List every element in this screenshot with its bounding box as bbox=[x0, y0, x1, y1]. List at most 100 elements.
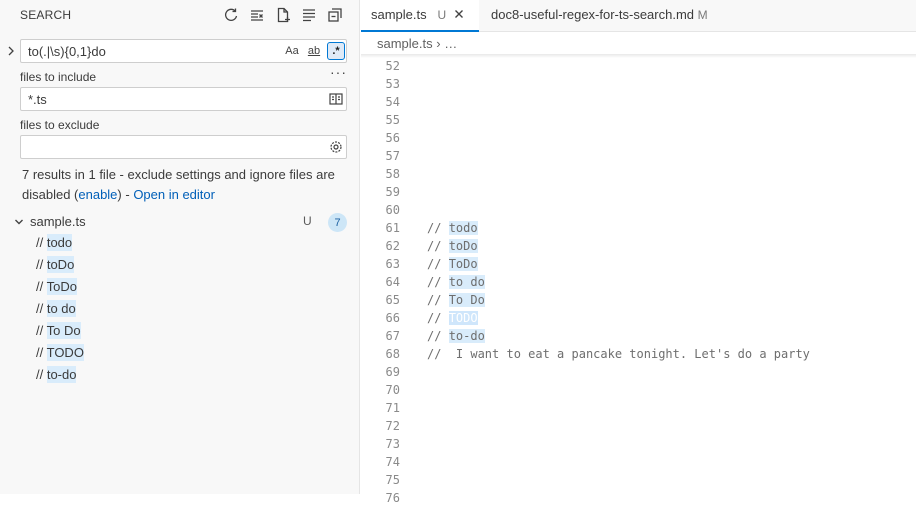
code-line[interactable]: 71 bbox=[361, 399, 916, 417]
line-number: 53 bbox=[385, 77, 400, 91]
code-line[interactable]: 62 // toDo bbox=[361, 237, 916, 255]
match-item[interactable]: // to-do bbox=[36, 366, 84, 388]
match-item[interactable]: // toDo bbox=[36, 256, 84, 278]
match-item[interactable]: // todo bbox=[36, 234, 84, 256]
result-file-row[interactable]: sample.ts U 7 bbox=[0, 212, 360, 232]
search-input[interactable]: to(.|\s){0,1}do Aa ab .* bbox=[20, 39, 347, 63]
sidebar-title: SEARCH bbox=[20, 8, 72, 22]
line-number: 73 bbox=[385, 437, 400, 451]
line-content: // To Do bbox=[427, 291, 485, 309]
code-line[interactable]: 57 bbox=[361, 147, 916, 165]
refresh-button[interactable] bbox=[221, 5, 241, 25]
view-as-tree-button[interactable] bbox=[299, 5, 319, 25]
line-number: 60 bbox=[385, 203, 400, 217]
use-regex-toggle[interactable]: .* bbox=[327, 42, 345, 60]
code-line[interactable]: 54 bbox=[361, 93, 916, 111]
chevron-down-icon bbox=[14, 215, 24, 225]
chevron-right-icon bbox=[8, 46, 14, 56]
match-prefix: // bbox=[36, 235, 47, 250]
code-line[interactable]: 68 // I want to eat a pancake tonight. Le… bbox=[361, 345, 916, 363]
match-case-toggle[interactable]: Aa bbox=[283, 42, 301, 60]
breadcrumb-file[interactable]: sample.ts bbox=[377, 36, 433, 51]
match-text: To Do bbox=[46, 322, 81, 339]
code-text: // bbox=[427, 257, 449, 271]
enable-link[interactable]: enable bbox=[78, 187, 117, 202]
match-whole-word-toggle[interactable]: ab bbox=[305, 42, 323, 60]
line-number: 74 bbox=[385, 455, 400, 469]
code-line[interactable]: 67 // to-do bbox=[361, 327, 916, 345]
code-line[interactable]: 69 bbox=[361, 363, 916, 381]
code-line[interactable]: 59 bbox=[361, 183, 916, 201]
code-line[interactable]: 75 bbox=[361, 471, 916, 489]
clear-results-button[interactable] bbox=[247, 5, 267, 25]
code-line[interactable]: 55 bbox=[361, 111, 916, 129]
match-list: // todo // toDo // ToDo // to do // To D… bbox=[36, 234, 84, 388]
use-exclude-settings-toggle[interactable] bbox=[327, 138, 345, 156]
files-to-exclude-input[interactable] bbox=[20, 135, 347, 159]
open-in-editor-link[interactable]: Open in editor bbox=[133, 187, 215, 202]
new-search-editor-button[interactable] bbox=[273, 5, 293, 25]
code-text: // bbox=[427, 311, 449, 325]
match-prefix: // bbox=[36, 345, 47, 360]
tab-status: U bbox=[437, 8, 447, 22]
line-content: // todo bbox=[427, 219, 478, 237]
match-item[interactable]: // TODO bbox=[36, 344, 84, 366]
code-line[interactable]: 70 bbox=[361, 381, 916, 399]
line-content: // TODO bbox=[427, 309, 478, 327]
search-sidebar: SEARCH to(.|\s){0,1}do Aa ab .* ··· file… bbox=[0, 0, 360, 494]
include-label: files to include bbox=[20, 70, 97, 84]
line-number: 68 bbox=[385, 347, 400, 361]
match-text: toDo bbox=[46, 256, 75, 273]
toggle-search-details-icon[interactable]: ··· bbox=[330, 64, 347, 80]
breadcrumb-symbol[interactable]: … bbox=[444, 36, 457, 51]
code-line[interactable]: 53 bbox=[361, 75, 916, 93]
match-text: todo bbox=[46, 234, 73, 251]
line-number: 64 bbox=[385, 275, 400, 289]
code-line[interactable]: 58 bbox=[361, 165, 916, 183]
line-content: // to-do bbox=[427, 327, 485, 345]
close-icon[interactable] bbox=[453, 1, 465, 18]
refresh-icon bbox=[225, 8, 238, 21]
code-line[interactable]: 56 bbox=[361, 129, 916, 147]
collapse-all-icon bbox=[328, 8, 342, 22]
line-number: 55 bbox=[385, 113, 400, 127]
clear-all-icon bbox=[251, 10, 263, 21]
search-match-highlight: To Do bbox=[448, 293, 485, 307]
code-line[interactable]: 66 // TODO bbox=[361, 309, 916, 327]
code-line[interactable]: 74 bbox=[361, 453, 916, 471]
search-open-editors-toggle[interactable] bbox=[327, 90, 345, 108]
code-line[interactable]: 73 bbox=[361, 435, 916, 453]
code-line[interactable]: 76 bbox=[361, 489, 916, 507]
code-line[interactable]: 63 // ToDo bbox=[361, 255, 916, 273]
tab-sample-ts[interactable]: sample.ts U bbox=[361, 0, 479, 32]
breadcrumb[interactable]: sample.ts › … bbox=[377, 36, 457, 51]
code-line[interactable]: 61 // todo bbox=[361, 219, 916, 237]
match-text: to do bbox=[46, 300, 76, 317]
files-to-include-input[interactable]: *.ts bbox=[20, 87, 347, 111]
result-file-name: sample.ts bbox=[30, 214, 86, 229]
code-line[interactable]: 60 bbox=[361, 201, 916, 219]
code-line[interactable]: 65 // To Do bbox=[361, 291, 916, 309]
line-number: 70 bbox=[385, 383, 400, 397]
match-text: ToDo bbox=[46, 278, 77, 295]
tab-doc8-md[interactable]: doc8-useful-regex-for-ts-search.md M bbox=[491, 0, 708, 32]
exclude-label: files to exclude bbox=[20, 118, 100, 132]
line-number: 66 bbox=[385, 311, 400, 325]
code-view[interactable]: 52 53 54 55 56 57 58 59 60 61 // todo 62 // toDo 63 //… bbox=[361, 57, 916, 507]
match-item[interactable]: // ToDo bbox=[36, 278, 84, 300]
toggle-replace-button[interactable] bbox=[6, 44, 16, 58]
search-match-highlight: todo bbox=[448, 221, 478, 235]
match-count-badge: 7 bbox=[328, 213, 347, 232]
tab-label: doc8-useful-regex-for-ts-search.md bbox=[491, 7, 695, 22]
code-line[interactable]: 52 bbox=[361, 57, 916, 75]
match-item[interactable]: // to do bbox=[36, 300, 84, 322]
line-content: // ToDo bbox=[427, 255, 478, 273]
match-text: TODO bbox=[46, 344, 84, 361]
code-line[interactable]: 64 // to do bbox=[361, 273, 916, 291]
match-text: to-do bbox=[46, 366, 77, 383]
match-prefix: // bbox=[36, 367, 47, 382]
code-line[interactable]: 72 bbox=[361, 417, 916, 435]
match-item[interactable]: // To Do bbox=[36, 322, 84, 344]
collapse-all-button[interactable] bbox=[325, 5, 345, 25]
code-text: // bbox=[427, 221, 449, 235]
